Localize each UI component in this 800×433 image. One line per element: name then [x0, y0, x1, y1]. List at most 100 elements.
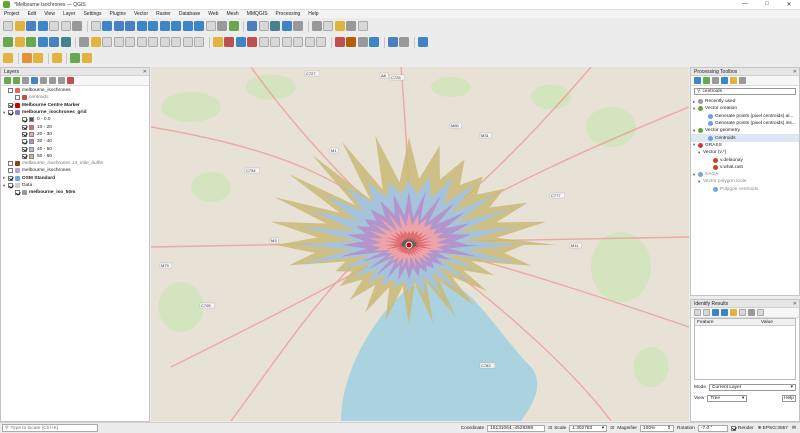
paste-features-icon[interactable] — [171, 37, 181, 47]
layer-item[interactable]: 40 - 50 — [1, 145, 149, 152]
menu-plugins[interactable]: Plugins — [110, 11, 126, 17]
deselect-all-icon[interactable] — [33, 53, 43, 63]
layer-item[interactable]: ▸ OSM Standard — [1, 175, 149, 182]
vertex-tool-icon[interactable] — [125, 37, 135, 47]
temporal-controller-icon[interactable] — [217, 21, 227, 31]
layer-visibility-checkbox[interactable] — [8, 88, 13, 94]
pan-to-selection-icon[interactable] — [102, 21, 112, 31]
layer-visibility-checkbox[interactable] — [8, 175, 13, 181]
layer-visibility-checkbox[interactable] — [8, 110, 13, 116]
crs-icon[interactable]: ⊕ — [758, 426, 762, 431]
scale-field[interactable]: 1:302783 ▾ — [569, 424, 608, 432]
select-features-icon[interactable] — [3, 53, 13, 63]
new-map-view-icon[interactable] — [205, 21, 216, 31]
save-as-icon[interactable] — [37, 21, 48, 31]
layer-item[interactable]: 0 - 0.0 — [1, 116, 149, 123]
toolbox-item[interactable]: ▾ Vector creation — [691, 105, 799, 112]
menu-processing[interactable]: Processing — [276, 11, 301, 17]
layer-visibility-checkbox[interactable] — [15, 190, 20, 196]
toolbox-item[interactable]: ▾ SAGA — [691, 171, 799, 178]
panel-close-icon[interactable]: ✕ — [793, 69, 797, 75]
toolbox-item[interactable]: ▸ Recently used — [691, 98, 799, 105]
messages-icon[interactable]: ✉ — [792, 426, 796, 431]
help-button[interactable]: Help — [782, 394, 796, 402]
crs-value[interactable]: EPSG:3857 — [763, 426, 788, 431]
label-move-icon[interactable] — [258, 37, 269, 47]
select-by-expression-icon[interactable] — [51, 53, 62, 63]
label-change-icon[interactable] — [281, 37, 292, 47]
callout-icon[interactable] — [316, 37, 326, 47]
pan-map-icon[interactable] — [90, 21, 101, 31]
label-tool-icon[interactable] — [212, 37, 223, 47]
measure-line-icon[interactable] — [311, 21, 322, 31]
layer-visibility-checkbox[interactable] — [22, 146, 27, 152]
clear-results-icon[interactable] — [721, 309, 728, 316]
zoom-full-icon[interactable] — [136, 21, 147, 31]
digitize-icon[interactable] — [79, 37, 89, 47]
layer-item[interactable]: 20 - 30 — [1, 131, 149, 138]
menu-help[interactable]: Help — [308, 11, 318, 17]
layer-visibility-checkbox[interactable] — [8, 161, 13, 167]
lock-icon[interactable]: ⊡ — [548, 426, 552, 431]
zoom-out-icon[interactable] — [125, 21, 135, 31]
delete-selected-icon[interactable] — [136, 37, 147, 47]
python-console-icon[interactable] — [387, 37, 398, 47]
decorations-icon[interactable] — [346, 21, 356, 31]
toolbox-item[interactable]: Polygon centroids — [691, 186, 799, 193]
quick-osm-icon[interactable] — [399, 37, 409, 47]
layer-visibility-checkbox[interactable] — [15, 95, 20, 101]
remove-layer-icon[interactable] — [67, 77, 74, 84]
layer-item[interactable]: 50 - 60 — [1, 153, 149, 160]
open-project-icon[interactable] — [14, 21, 25, 31]
zoom-native-icon[interactable] — [171, 21, 181, 31]
copy-feature-icon[interactable] — [739, 309, 746, 316]
options-icon[interactable] — [739, 77, 746, 84]
toolbox-item[interactable]: ▾ GRASS — [691, 142, 799, 149]
edit-features-in-place-icon[interactable] — [730, 77, 737, 84]
save-project-icon[interactable] — [26, 21, 36, 31]
statistical-summary-icon[interactable] — [293, 21, 303, 31]
label-highlight-icon[interactable] — [224, 37, 234, 47]
history-icon[interactable] — [712, 77, 719, 84]
geometry-checker-icon[interactable] — [70, 53, 80, 63]
toolbox-item[interactable]: Generate points (pixel centroids) ins... — [691, 120, 799, 127]
label-rotate-icon[interactable] — [270, 37, 280, 47]
style-manager-icon[interactable] — [72, 21, 82, 31]
expand-tree-icon[interactable] — [694, 309, 701, 316]
refresh-icon[interactable] — [228, 21, 239, 31]
toolbox-item[interactable]: Centroids — [691, 134, 799, 142]
new-layer-icon[interactable] — [14, 37, 25, 47]
layer-item[interactable]: centroids — [1, 94, 149, 101]
diagram-icon[interactable] — [293, 37, 303, 47]
scale-lock-icon[interactable]: ⊡ — [610, 426, 614, 431]
layer-item[interactable]: 30 - 40 — [1, 138, 149, 145]
add-feature-icon[interactable] — [113, 37, 124, 47]
panel-close-icon[interactable]: ✕ — [793, 301, 797, 307]
zoom-to-layer-icon[interactable] — [159, 21, 170, 31]
cut-features-icon[interactable] — [148, 37, 158, 47]
redo-icon[interactable] — [194, 37, 204, 47]
layer-visibility-checkbox[interactable] — [8, 168, 13, 174]
toggle-editing-icon[interactable] — [90, 37, 101, 47]
metasearch-icon[interactable] — [417, 37, 428, 47]
layer-item[interactable]: melbourne_iso_50m — [1, 189, 149, 196]
toolbox-item[interactable]: v.delaunay — [691, 156, 799, 163]
identify-options-icon[interactable] — [748, 309, 755, 316]
collapse-tree-icon[interactable] — [703, 309, 710, 316]
layer-item[interactable]: melbourne_isochrones — [1, 87, 149, 94]
data-source-manager-icon[interactable] — [3, 37, 13, 47]
label-show-icon[interactable] — [247, 37, 257, 47]
zoom-last-icon[interactable] — [182, 21, 193, 31]
layer-visibility-checkbox[interactable] — [8, 102, 13, 108]
results-viewer-icon[interactable] — [721, 77, 728, 84]
zoom-to-selection-icon[interactable] — [148, 21, 158, 31]
coordinate-field[interactable]: 16131064,-4528398 — [487, 424, 546, 432]
new-bookmark-icon[interactable] — [357, 21, 368, 31]
menu-settings[interactable]: Settings — [83, 11, 101, 17]
toolbox-search[interactable]: ⚲ centroids — [694, 88, 796, 95]
field-calculator-icon[interactable] — [270, 21, 280, 31]
plugin-grey-icon[interactable] — [357, 37, 368, 47]
panel-close-icon[interactable]: ✕ — [143, 69, 147, 75]
zoom-in-icon[interactable] — [113, 21, 124, 31]
toolbox-search-input[interactable]: centroids — [703, 89, 722, 94]
